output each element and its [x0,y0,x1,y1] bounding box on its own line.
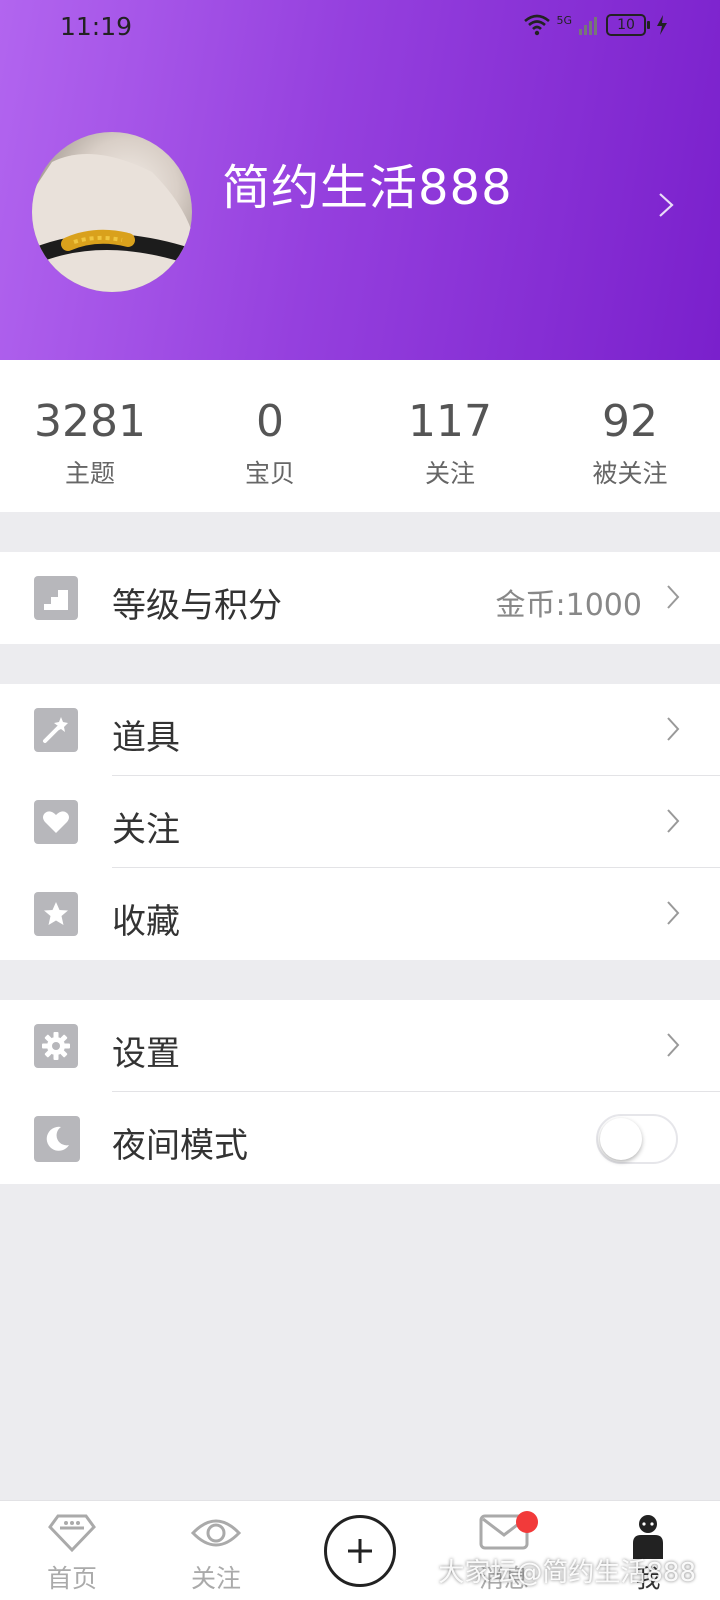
profile-header: 11:19 5G 10 简约生活888 [0,0,720,360]
signal-icon [579,17,597,35]
eye-icon [191,1519,241,1547]
menu-item-following[interactable]: 关注 [0,776,720,868]
stat-treasures[interactable]: 0 宝贝 [180,360,360,512]
stat-value: 0 [256,396,284,447]
menu-item-label: 设置 [112,1034,180,1074]
username[interactable]: 简约生活888 [222,148,513,218]
chevron-right-icon [667,901,680,925]
chevron-right-icon [667,1033,680,1057]
magic-wand-icon [34,708,78,752]
chevron-right-icon [667,585,680,609]
menu-item-settings[interactable]: 设置 [0,1000,720,1092]
stat-label: 关注 [424,459,475,488]
stat-following[interactable]: 117 关注 [360,360,540,512]
watermark: 大家坛@简约生活888 [438,1558,696,1588]
stat-value: 3281 [34,396,146,447]
menu-item-label: 等级与积分 [112,586,282,626]
nav-label: 关注 [190,1564,241,1593]
menu-item-label: 道具 [112,718,180,758]
status-time: 11:19 [60,12,133,41]
network-type: 5G [556,14,572,27]
heart-icon [34,800,78,844]
menu-item-label: 关注 [112,810,180,850]
nav-label: 首页 [46,1564,97,1593]
chevron-right-icon [667,717,680,741]
menu-item-level[interactable]: 等级与积分 金币:1000 [0,552,720,644]
menu-item-night-mode: 夜间模式 [0,1092,720,1184]
tools-section: 道具 关注 收藏 [0,684,720,960]
stat-label: 主题 [64,459,115,488]
avatar[interactable] [32,132,192,292]
battery-icon: 10 [606,14,650,36]
charging-icon [657,15,667,35]
battery-level: 10 [617,17,635,33]
status-bar: 11:19 5G 10 [0,0,720,54]
nav-home[interactable]: 首页 [0,1501,144,1600]
menu-item-label: 收藏 [112,902,180,942]
menu-item-favorites[interactable]: 收藏 [0,868,720,960]
moon-icon [34,1116,80,1162]
stats-bar: 3281 主题 0 宝贝 117 关注 92 被关注 [0,360,720,512]
menu-item-props[interactable]: 道具 [0,684,720,776]
stat-label: 被关注 [592,459,668,488]
level-section: 等级与积分 金币:1000 [0,552,720,644]
plus-icon[interactable] [324,1515,396,1587]
stat-topics[interactable]: 3281 主题 [0,360,180,512]
chevron-right-icon [667,809,680,833]
menu-item-label: 夜间模式 [112,1126,248,1166]
settings-section: 设置 夜间模式 [0,1000,720,1184]
night-mode-toggle[interactable] [596,1114,678,1164]
stat-value: 117 [408,396,492,447]
nav-post[interactable] [288,1501,432,1600]
wifi-icon [524,14,551,36]
stat-value: 92 [602,396,658,447]
stat-followers[interactable]: 92 被关注 [540,360,720,512]
diamond-icon [48,1514,96,1553]
gear-icon [34,1024,78,1068]
nav-following[interactable]: 关注 [144,1501,288,1600]
stairs-icon [34,576,78,620]
notification-dot [516,1511,538,1533]
coins-value: 金币:1000 [495,588,642,623]
stat-label: 宝贝 [244,459,295,488]
bracelet-photo [32,154,192,292]
chevron-right-icon[interactable] [654,190,678,220]
star-icon [34,892,78,936]
toggle-knob [600,1118,642,1160]
status-icons: 5G 10 [524,14,668,36]
